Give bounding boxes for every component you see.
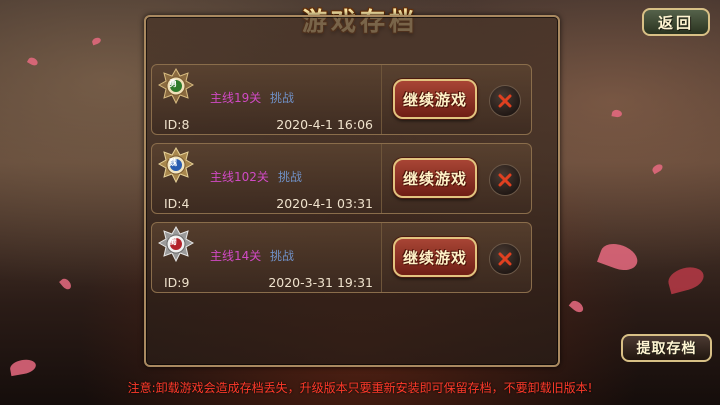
save-slot-info: 魏 主线102关 挑战 ID:4 2020-4-1 03:31 bbox=[152, 144, 382, 213]
continue-game-button[interactable]: 继续游戏 bbox=[393, 237, 477, 277]
badge-label: 魏 bbox=[169, 158, 177, 167]
save-slot: 勇 主线19关 挑战 ID:8 2020-4-1 16:06 继续游戏 bbox=[151, 64, 532, 135]
continue-game-button[interactable]: 继续游戏 bbox=[393, 79, 477, 119]
badge-label: 蜀 bbox=[169, 237, 177, 246]
save-id: ID:8 bbox=[164, 117, 190, 132]
mission-name: 主线19关 bbox=[210, 91, 262, 105]
back-button[interactable]: 返回 bbox=[642, 8, 710, 36]
warning-notice: 注意:卸载游戏会造成存档丢失，升级版本只要重新安装即可保留存档，不要卸载旧版本! bbox=[127, 381, 593, 395]
extract-save-button[interactable]: 提取存档 bbox=[621, 334, 712, 362]
petal-decoration bbox=[611, 109, 623, 118]
mission-name: 主线14关 bbox=[210, 249, 262, 263]
delete-save-button[interactable] bbox=[489, 85, 521, 117]
save-date: 2020-3-31 19:31 bbox=[268, 275, 373, 290]
save-id: ID:4 bbox=[164, 196, 190, 211]
petal-decoration bbox=[59, 276, 73, 292]
save-date: 2020-4-1 16:06 bbox=[276, 117, 373, 132]
save-slot: 魏 主线102关 挑战 ID:4 2020-4-1 03:31 继续游戏 bbox=[151, 143, 532, 214]
save-slot-info: 勇 主线19关 挑战 ID:8 2020-4-1 16:06 bbox=[152, 65, 382, 134]
mode-label: 挑战 bbox=[270, 249, 295, 263]
close-icon bbox=[498, 252, 512, 266]
save-id: ID:9 bbox=[164, 275, 190, 290]
petal-decoration bbox=[26, 55, 40, 68]
continue-game-button[interactable]: 继续游戏 bbox=[393, 158, 477, 198]
mode-label: 挑战 bbox=[278, 170, 303, 184]
delete-save-button[interactable] bbox=[489, 243, 521, 275]
save-date: 2020-4-1 03:31 bbox=[276, 196, 373, 211]
badge-label: 勇 bbox=[169, 79, 177, 88]
petal-decoration bbox=[597, 239, 641, 275]
delete-save-button[interactable] bbox=[489, 164, 521, 196]
mission-name: 主线102关 bbox=[210, 170, 269, 184]
save-slot: 蜀 主线14关 挑战 ID:9 2020-3-31 19:31 继续游戏 bbox=[151, 222, 532, 293]
petal-decoration bbox=[650, 162, 665, 175]
petal-decoration bbox=[91, 36, 102, 46]
petal-decoration bbox=[8, 357, 38, 377]
petal-decoration bbox=[665, 263, 707, 295]
mode-label: 挑战 bbox=[270, 91, 295, 105]
close-icon bbox=[498, 94, 512, 108]
close-icon bbox=[498, 173, 512, 187]
save-slot-info: 蜀 主线14关 挑战 ID:9 2020-3-31 19:31 bbox=[152, 223, 382, 292]
petal-decoration bbox=[568, 298, 586, 315]
